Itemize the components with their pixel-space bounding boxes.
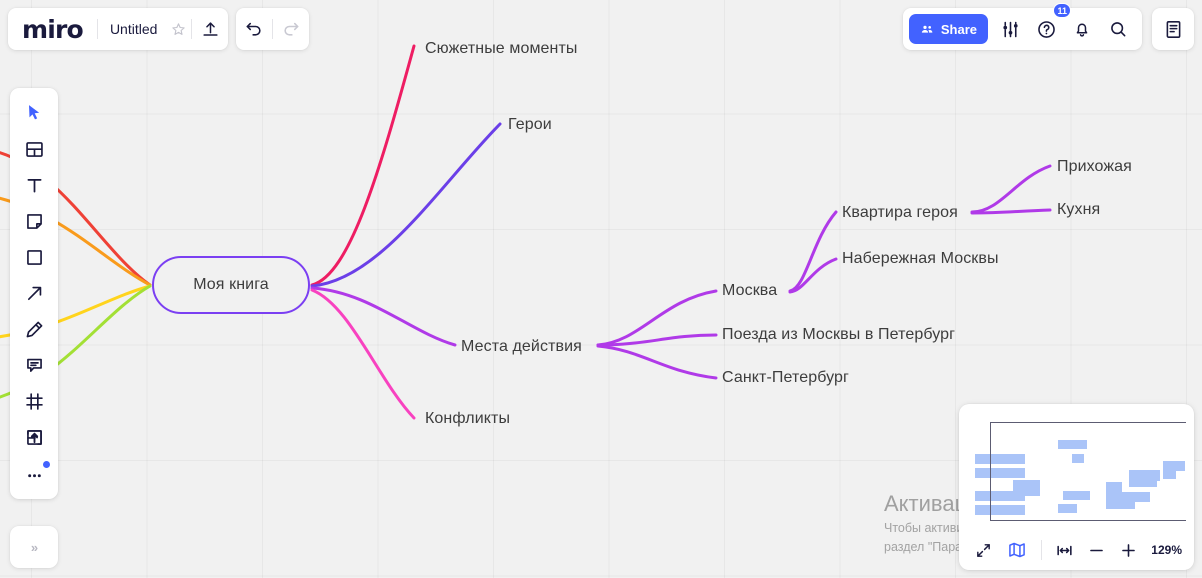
help-button[interactable]: 11 (1028, 3, 1071, 50)
minimap-viewport-frame[interactable] (990, 422, 1186, 521)
map-icon[interactable] (1001, 535, 1033, 565)
zoom-level-label[interactable]: 129% (1151, 543, 1182, 557)
top-left-toolbar: miro Untitled (8, 8, 310, 50)
star-icon[interactable] (165, 8, 191, 50)
document-icon[interactable] (1152, 8, 1194, 50)
mindmap-node-conflicts[interactable]: Конфликты (425, 409, 510, 429)
minimap[interactable] (967, 412, 1186, 530)
mindmap-center-label: Моя книга (193, 276, 269, 293)
sidebar-item-upload-tool[interactable] (14, 419, 54, 455)
sidebar-item-pen-tool[interactable] (14, 311, 54, 347)
upload-icon[interactable] (192, 8, 228, 50)
help-badge: 11 (1053, 3, 1071, 18)
actions-group: Share 11 (902, 3, 1142, 50)
mindmap-node-trains[interactable]: Поезда из Москвы в Петербург (722, 325, 955, 345)
mindmap-node-moscow-embankment[interactable]: Набережная Москвы (842, 249, 999, 269)
zoom-controls: 129% (967, 530, 1186, 570)
board-info-group: miro Untitled (8, 8, 229, 50)
top-right-toolbar: Share 11 (902, 3, 1194, 50)
mindmap-node-hallway[interactable]: Прихожая (1057, 157, 1132, 177)
history-group (236, 8, 310, 50)
mindmap-node-heroes[interactable]: Герои (508, 115, 552, 135)
fullscreen-icon[interactable] (969, 535, 999, 565)
zoom-in-button[interactable] (1113, 535, 1143, 565)
node-text: Поезда из Москвы в Петербург (722, 326, 956, 343)
fit-to-screen-icon[interactable] (1050, 535, 1080, 565)
expand-panel-button[interactable]: » (10, 526, 58, 568)
node-text: Места действия (461, 338, 582, 355)
minimap-panel: 129% (959, 404, 1194, 570)
sidebar-item-templates-tool[interactable] (14, 131, 54, 167)
node-text: Кухня (1057, 201, 1101, 218)
zoom-out-button[interactable] (1082, 535, 1112, 565)
sidebar-item-comment-tool[interactable] (14, 347, 54, 383)
mindmap-node-hero-apartment[interactable]: Квартира героя (842, 203, 958, 223)
node-text: Санкт-Петербург (722, 369, 849, 386)
sidebar-item-text-tool[interactable] (14, 167, 54, 203)
sidebar-item-more-tools[interactable] (14, 455, 54, 491)
sidebar-item-shape-tool[interactable] (14, 239, 54, 275)
mindmap-center-node[interactable]: Моя книга (152, 256, 310, 314)
miro-board-canvas[interactable]: Моя книга Сюжетные моменты Герои Места д… (0, 0, 1202, 578)
notification-dot (43, 461, 50, 468)
node-text: Конфликты (425, 410, 511, 427)
miro-logo[interactable]: miro (8, 17, 97, 42)
board-title[interactable]: Untitled (98, 21, 165, 37)
sliders-icon[interactable] (992, 8, 1028, 50)
left-tool-rail (10, 88, 58, 499)
search-icon[interactable] (1100, 8, 1136, 50)
people-icon (920, 22, 935, 37)
mindmap-node-plot-moments[interactable]: Сюжетные моменты (425, 39, 578, 59)
notes-group (1152, 8, 1194, 50)
chevron-right-double-icon: » (30, 539, 38, 555)
node-text: Герои (508, 116, 552, 133)
node-text: Квартира героя (842, 204, 958, 221)
sidebar-item-frame-tool[interactable] (14, 383, 54, 419)
mindmap-node-places[interactable]: Места действия (461, 337, 582, 357)
node-text: Прихожая (1057, 158, 1132, 175)
share-button[interactable]: Share (908, 14, 988, 44)
share-label: Share (940, 21, 977, 37)
sidebar-item-sticky-note-tool[interactable] (14, 203, 54, 239)
node-text: Сюжетные моменты (425, 40, 578, 57)
sidebar-item-cursor-tool[interactable] (14, 95, 54, 131)
mindmap-node-moscow[interactable]: Москва (722, 281, 777, 301)
node-text: Москва (722, 282, 778, 299)
node-text: Набережная Москвы (842, 250, 999, 267)
mindmap-node-kitchen[interactable]: Кухня (1057, 200, 1100, 220)
mindmap-node-saint-petersburg[interactable]: Санкт-Петербург (722, 368, 849, 388)
undo-icon[interactable] (236, 8, 272, 50)
redo-icon[interactable] (273, 8, 309, 50)
divider (1040, 540, 1042, 560)
sidebar-item-arrow-tool[interactable] (14, 275, 54, 311)
